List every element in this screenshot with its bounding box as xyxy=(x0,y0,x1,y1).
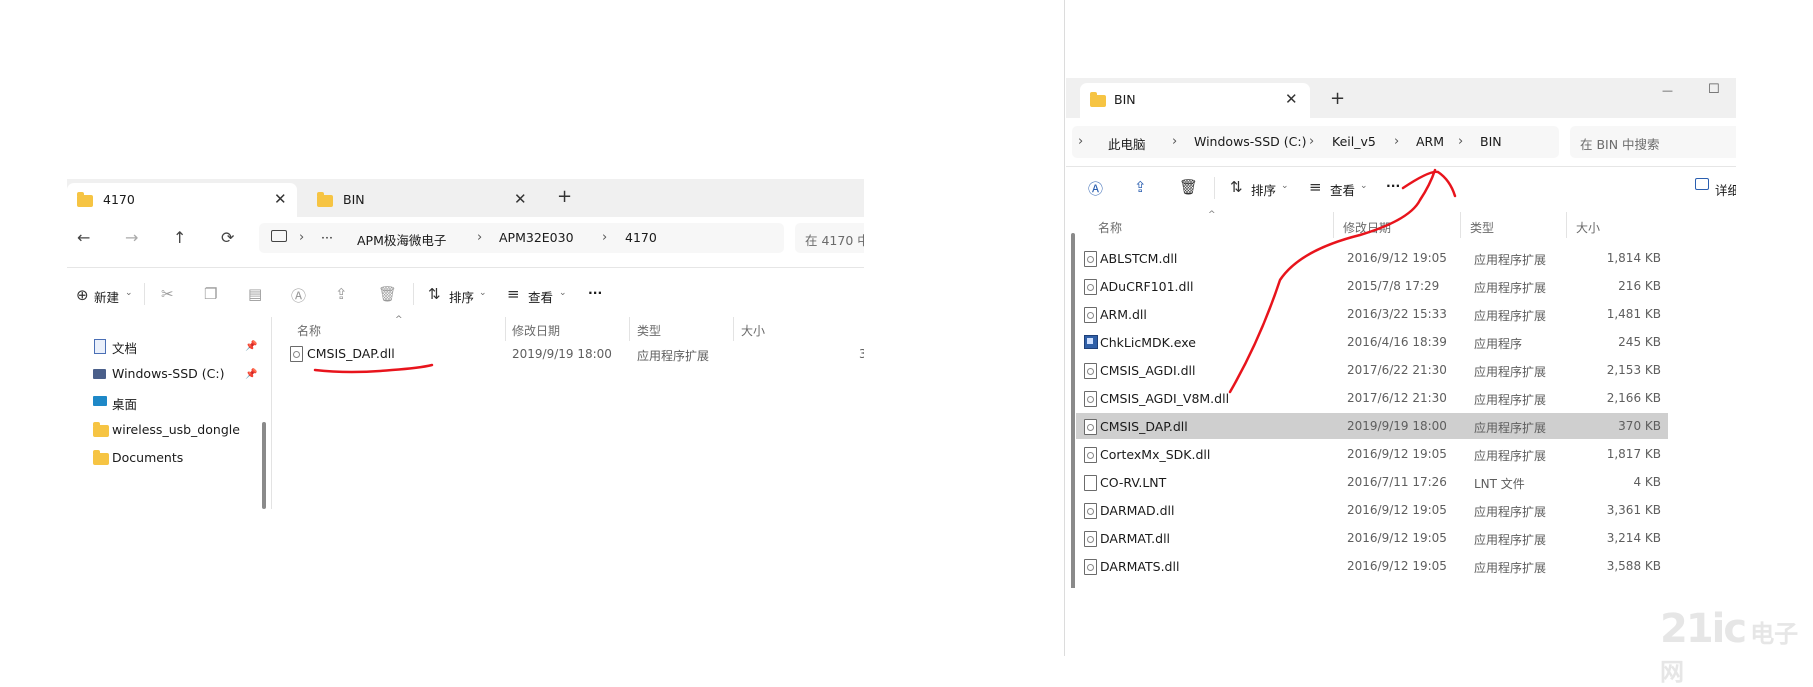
annotation-underline xyxy=(313,363,434,374)
watermark: 21ic 电子网 xyxy=(1660,606,1813,687)
watermark-text: 21ic xyxy=(1660,606,1747,652)
annotation-overlay xyxy=(313,168,1457,394)
annotation-arrow-curve xyxy=(1228,168,1457,394)
